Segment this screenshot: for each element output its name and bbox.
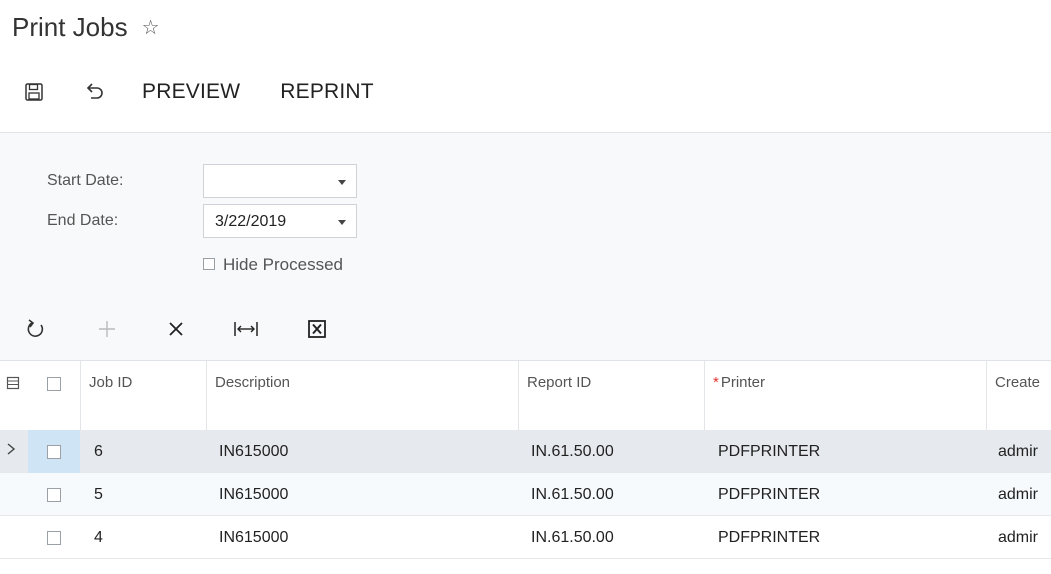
reprint-button[interactable]: REPRINT (280, 80, 374, 104)
printer-cell: PDFPRINTER (718, 529, 821, 546)
description-cell: IN615000 (219, 443, 289, 460)
fit-columns-icon[interactable] (232, 313, 260, 345)
preview-button[interactable]: PREVIEW (142, 80, 240, 104)
row-checkbox[interactable] (47, 531, 61, 545)
created-by-cell: admir (998, 486, 1039, 503)
end-date-value: 3/22/2019 (215, 213, 287, 230)
chevron-right-icon (6, 442, 16, 461)
excel-export-icon[interactable] (303, 313, 331, 345)
column-header-printer[interactable]: * Printer (704, 361, 986, 430)
column-header-report-id[interactable]: Report ID (518, 361, 704, 430)
printer-cell: PDFPRINTER (718, 443, 821, 460)
main-toolbar: PREVIEW REPRINT (22, 76, 414, 108)
report-id-cell: IN.61.50.00 (531, 529, 614, 546)
description-cell: IN615000 (219, 486, 289, 503)
select-all-checkbox[interactable] (47, 377, 61, 391)
column-header-created-by[interactable]: Create (986, 361, 1051, 430)
column-label: Create (995, 374, 1041, 391)
page-header: Print Jobs ☆ (12, 12, 160, 43)
start-date-select[interactable] (203, 164, 357, 198)
hide-processed-label: Hide Processed (223, 255, 344, 274)
end-date-label: End Date: (47, 212, 119, 229)
column-label: Printer (720, 374, 766, 391)
created-by-cell: admir (998, 443, 1039, 460)
save-icon[interactable] (22, 80, 46, 104)
job-id-cell: 5 (94, 486, 103, 503)
printer-cell: PDFPRINTER (718, 486, 821, 503)
hide-processed-checkbox[interactable] (203, 258, 215, 270)
required-marker: * (713, 374, 719, 391)
end-date-select[interactable]: 3/22/2019 (203, 204, 357, 238)
job-id-cell: 4 (94, 529, 103, 546)
report-id-cell: IN.61.50.00 (531, 486, 614, 503)
start-date-label: Start Date: (47, 172, 124, 189)
description-cell: IN615000 (219, 529, 289, 546)
page-title: Print Jobs (12, 12, 128, 42)
row-checkbox[interactable] (47, 488, 61, 502)
row-checkbox[interactable] (47, 445, 61, 459)
table-row[interactable]: 5 IN615000 IN.61.50.00 PDFPRINTER admir (0, 473, 1051, 516)
report-id-cell: IN.61.50.00 (531, 443, 614, 460)
column-header-job-id[interactable]: Job ID (80, 361, 206, 430)
table-row[interactable]: 6 IN615000 IN.61.50.00 PDFPRINTER admir (0, 430, 1051, 473)
table-row[interactable]: 4 IN615000 IN.61.50.00 PDFPRINTER admir (0, 516, 1051, 559)
column-label: Description (215, 374, 291, 391)
column-label: Report ID (527, 374, 592, 391)
column-header-description[interactable]: Description (206, 361, 518, 430)
chevron-down-icon (338, 220, 346, 225)
created-by-cell: admir (998, 529, 1039, 546)
content-panel: Start Date: End Date: 3/22/2019 Hide Pro… (0, 132, 1051, 574)
grid-header: Job ID Description Report ID * Printer Cr… (0, 361, 1051, 431)
favorite-star-icon[interactable]: ☆ (142, 15, 160, 40)
refresh-icon[interactable] (22, 313, 50, 345)
job-id-cell: 6 (94, 443, 103, 460)
add-row-icon[interactable] (93, 313, 121, 345)
column-label: Job ID (89, 374, 133, 391)
delete-row-icon[interactable] (162, 313, 190, 345)
undo-icon[interactable] (82, 80, 106, 104)
print-jobs-grid: Job ID Description Report ID * Printer Cr… (0, 360, 1051, 574)
chevron-down-icon (338, 180, 346, 185)
column-config-icon[interactable] (6, 376, 20, 395)
